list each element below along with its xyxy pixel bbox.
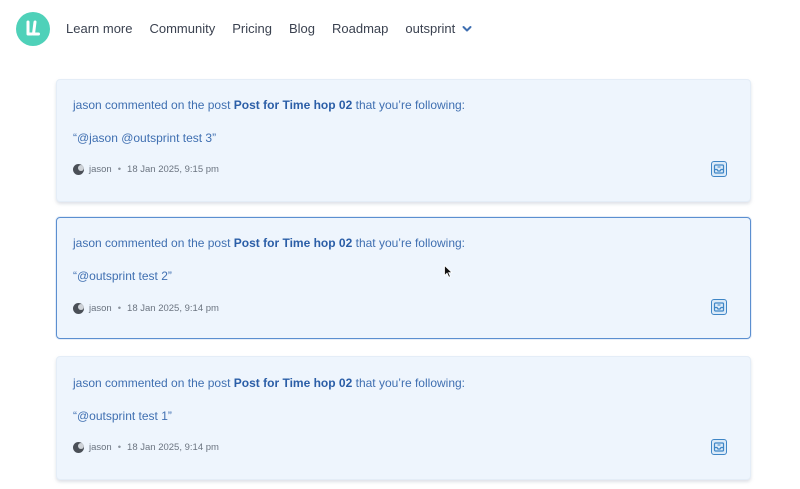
meta-separator: • [117, 163, 122, 175]
notification-meta: jason • 18 Jan 2025, 9:15 pm [73, 163, 219, 175]
comment-quote: “@outsprint test 2” [73, 269, 172, 283]
author-name: jason [89, 441, 112, 453]
nav-blog[interactable]: Blog [289, 20, 315, 38]
timestamp: 18 Jan 2025, 9:14 pm [127, 441, 219, 453]
chevron-down-icon[interactable] [461, 23, 473, 35]
nav-learn-more[interactable]: Learn more [66, 20, 132, 38]
avatar [73, 441, 84, 453]
main-nav: Learn more Community Pricing Blog Roadma… [66, 20, 473, 38]
author-name: jason [89, 163, 112, 175]
mark-read-button[interactable] [711, 439, 727, 455]
notification-text: jason commented on the post Post for Tim… [73, 376, 465, 390]
notification-user[interactable]: jason [73, 236, 102, 250]
avatar [73, 302, 84, 314]
mouse-cursor-icon [444, 265, 453, 278]
notification-action: commented on the post [105, 98, 231, 112]
notification-suffix: that you’re following: [355, 236, 466, 250]
mark-read-button[interactable] [711, 161, 727, 177]
notification-post-link[interactable]: Post for Time hop 02 [234, 98, 352, 112]
notification-suffix: that you’re following: [355, 98, 466, 112]
notification-user[interactable]: jason [73, 376, 102, 390]
top-navbar: Learn more Community Pricing Blog Roadma… [0, 0, 800, 58]
notification-user[interactable]: jason [73, 98, 102, 112]
author-name: jason [89, 302, 112, 314]
comment-quote: “@jason @outsprint test 3” [73, 131, 217, 145]
notification-meta: jason • 18 Jan 2025, 9:14 pm [73, 441, 219, 453]
mark-read-button[interactable] [711, 299, 727, 315]
notification-text: jason commented on the post Post for Tim… [73, 98, 465, 112]
nav-community[interactable]: Community [149, 20, 215, 38]
notification-card[interactable]: jason commented on the post Post for Tim… [56, 356, 751, 480]
logo-mark-icon [26, 20, 40, 36]
meta-separator: • [117, 302, 122, 314]
meta-separator: • [117, 441, 122, 453]
notification-card[interactable]: jason commented on the post Post for Tim… [56, 79, 751, 202]
comment-quote: “@outsprint test 1” [73, 409, 172, 423]
notification-post-link[interactable]: Post for Time hop 02 [234, 376, 352, 390]
page: Learn more Community Pricing Blog Roadma… [0, 0, 800, 489]
timestamp: 18 Jan 2025, 9:14 pm [127, 302, 219, 314]
nav-workspace-menu[interactable]: outsprint [405, 20, 455, 38]
nav-pricing[interactable]: Pricing [232, 20, 272, 38]
notification-text: jason commented on the post Post for Tim… [73, 236, 465, 250]
notification-post-link[interactable]: Post for Time hop 02 [234, 236, 352, 250]
notification-action: commented on the post [105, 376, 231, 390]
inbox-icon [713, 442, 725, 452]
notification-suffix: that you’re following: [355, 376, 466, 390]
notification-card[interactable]: jason commented on the post Post for Tim… [56, 217, 751, 339]
avatar [73, 163, 84, 175]
timestamp: 18 Jan 2025, 9:15 pm [127, 163, 219, 175]
inbox-icon [713, 164, 725, 174]
notification-meta: jason • 18 Jan 2025, 9:14 pm [73, 302, 219, 314]
logo[interactable] [16, 12, 50, 46]
nav-roadmap[interactable]: Roadmap [332, 20, 388, 38]
inbox-icon [713, 302, 725, 312]
notification-action: commented on the post [105, 236, 231, 250]
